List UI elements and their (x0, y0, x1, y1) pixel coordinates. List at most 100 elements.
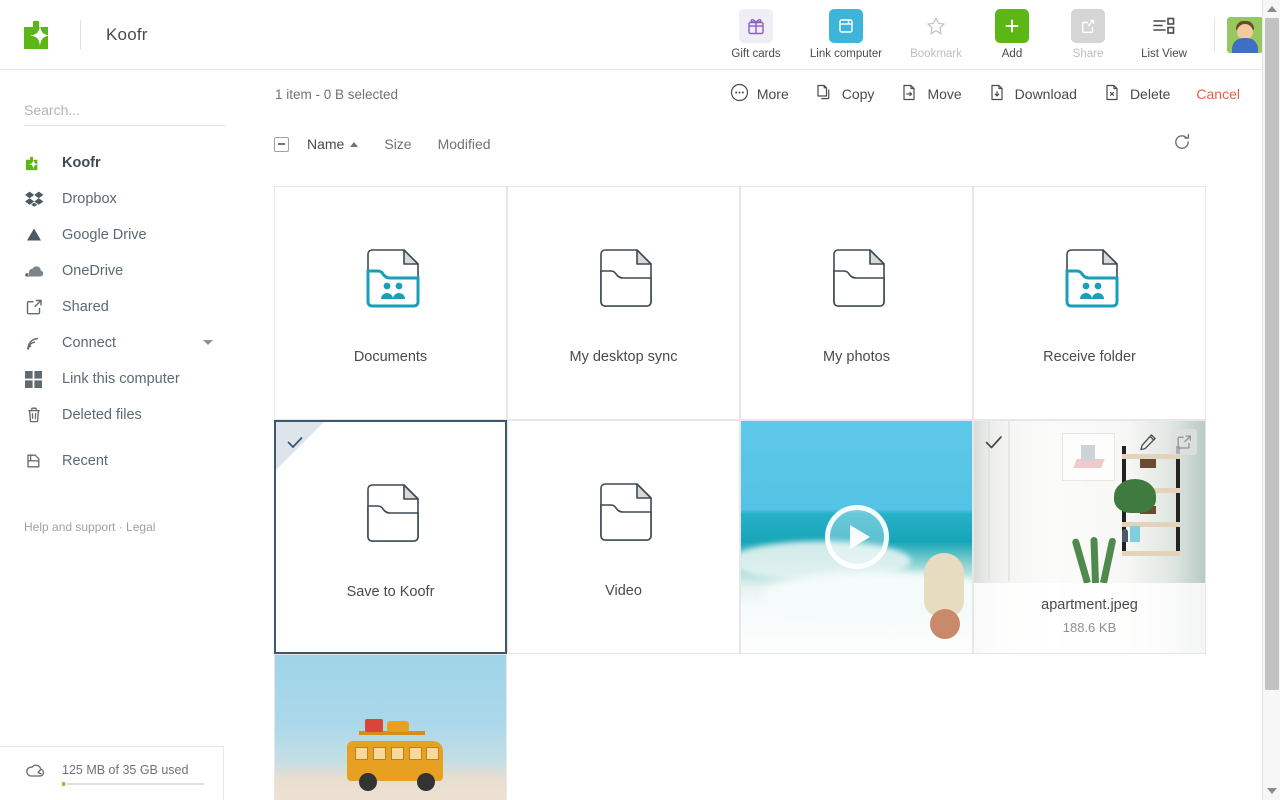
select-all-checkbox[interactable] (274, 137, 289, 152)
bus-window (355, 747, 368, 760)
delete-button[interactable]: Delete (1090, 77, 1183, 111)
delete-button-label: Delete (1130, 86, 1170, 102)
folder-icon (587, 474, 661, 553)
chevron-down-icon (1267, 788, 1277, 794)
folder-icon (354, 475, 428, 554)
link-computer-icon (829, 9, 863, 43)
plant (1114, 479, 1156, 513)
sidebar-item-link-this-computer[interactable]: Link this computer (0, 361, 250, 397)
file-card-video[interactable]: Video (507, 420, 740, 654)
file-card-apartment-jpeg[interactable]: apartment.jpeg 188.6 KB (973, 420, 1206, 654)
toolbar-share[interactable]: Share (1050, 0, 1126, 70)
download-button[interactable]: Download (975, 77, 1090, 111)
share-icon (1071, 9, 1105, 43)
app-title: Koofr (81, 25, 148, 45)
file-card-my-photos[interactable]: My photos (740, 186, 973, 420)
sidebar-gap (0, 433, 250, 443)
toolbar-link-computer-label: Link computer (810, 48, 882, 60)
toolbar-gift-cards[interactable]: Gift cards (718, 0, 794, 70)
sort-by-size[interactable]: Size (384, 136, 411, 152)
sidebar-item-koofr[interactable]: Koofr (0, 145, 250, 181)
sort-by-size-label: Size (384, 136, 411, 152)
cancel-button-label: Cancel (1196, 86, 1240, 102)
check-icon[interactable] (983, 432, 1005, 459)
sidebar-item-link-this-computer-label: Link this computer (62, 371, 180, 387)
brand[interactable]: Koofr (0, 0, 148, 70)
share-icon[interactable] (1171, 429, 1197, 455)
sidebar-item-recent[interactable]: Recent (0, 443, 250, 479)
sidebar-item-onedrive[interactable]: OneDrive (0, 253, 250, 289)
sort-by-modified[interactable]: Modified (438, 136, 491, 152)
grid-cell: Video (507, 420, 740, 654)
page-scrollbar[interactable] (1262, 0, 1280, 800)
beach-bus-photo (275, 655, 506, 800)
plus-icon (995, 9, 1029, 43)
grid-cell (274, 654, 507, 800)
sort-by-name[interactable]: Name (307, 136, 358, 152)
koofr-icon (24, 154, 49, 173)
toolbar-add[interactable]: Add (974, 0, 1050, 70)
copy-button[interactable]: Copy (802, 77, 888, 111)
file-card-name: apartment.jpeg (980, 597, 1199, 613)
image-caption: apartment.jpeg 188.6 KB (974, 583, 1205, 653)
search-input[interactable] (24, 98, 226, 126)
shelf-box (1140, 459, 1156, 468)
toolbar-bookmark[interactable]: Bookmark (898, 0, 974, 70)
move-button[interactable]: Move (887, 77, 974, 111)
folder-icon (587, 240, 661, 319)
scroll-down-arrow[interactable] (1263, 782, 1280, 800)
scrollbar-thumb[interactable] (1265, 18, 1279, 690)
sidebar-item-connect[interactable]: Connect (0, 325, 250, 361)
cloud-icon (24, 761, 48, 786)
art-object (1081, 445, 1095, 461)
sidebar-item-shared[interactable]: Shared (0, 289, 250, 325)
file-card-name: Video (605, 583, 642, 599)
file-card-documents[interactable]: Documents (274, 186, 507, 420)
more-button[interactable]: More (717, 77, 802, 111)
chevron-down-icon[interactable] (203, 340, 213, 345)
koofr-logo-wrap[interactable] (0, 15, 80, 55)
grid-cell (740, 420, 973, 654)
toolbar-list-view-label: List View (1141, 48, 1187, 60)
file-card-name: Receive folder (1043, 349, 1136, 365)
sort-ascending-icon (350, 142, 358, 147)
image-thumbnail (275, 655, 506, 800)
cancel-button[interactable]: Cancel (1183, 77, 1240, 111)
koofr-logo-icon (20, 15, 60, 55)
sidebar-item-google-drive-label: Google Drive (62, 227, 147, 243)
sidebar-footer-links[interactable]: Help and support · Legal (24, 520, 155, 534)
sidebar-item-koofr-label: Koofr (62, 155, 101, 171)
top-bar: Koofr Gift cards (0, 0, 1262, 70)
sort-bar: Name Size Modified (250, 118, 1262, 170)
file-card-video-thumbnail[interactable] (740, 420, 973, 654)
toolbar-share-label: Share (1073, 48, 1104, 60)
edit-icon[interactable] (1135, 429, 1161, 455)
file-card-bus-photo[interactable] (274, 654, 507, 800)
download-icon (988, 83, 1007, 105)
art-content (1071, 441, 1107, 471)
check-icon (285, 433, 305, 458)
image-thumbnail: apartment.jpeg 188.6 KB (974, 421, 1205, 653)
main-content: 1 item - 0 B selected More (250, 70, 1262, 800)
refresh-button[interactable] (1172, 132, 1192, 157)
file-card-save-to-koofr[interactable]: Save to Koofr (274, 420, 507, 654)
sidebar-item-deleted-files[interactable]: Deleted files (0, 397, 250, 433)
grid-cell: Receive folder (973, 186, 1206, 420)
sidebar-item-google-drive[interactable]: Google Drive (0, 217, 250, 253)
avatar[interactable] (1227, 17, 1263, 53)
shelf-post (1176, 446, 1180, 556)
shelf-board (1122, 551, 1180, 556)
top-actions: Gift cards Link computer (718, 0, 1263, 70)
list-view-icon (1147, 9, 1181, 43)
file-card-my-desktop-sync[interactable]: My desktop sync (507, 186, 740, 420)
toolbar-list-view[interactable]: List View (1126, 0, 1202, 70)
grid-cell: My desktop sync (507, 186, 740, 420)
sidebar-item-dropbox[interactable]: Dropbox (0, 181, 250, 217)
toolbar-add-label: Add (1002, 48, 1022, 60)
play-icon[interactable] (825, 505, 889, 569)
grid-cell: Save to Koofr (274, 420, 507, 654)
file-card-receive-folder[interactable]: Receive folder (973, 186, 1206, 420)
scroll-up-arrow[interactable] (1263, 0, 1280, 18)
toolbar-link-computer[interactable]: Link computer (794, 0, 898, 70)
dropbox-icon (24, 189, 49, 209)
